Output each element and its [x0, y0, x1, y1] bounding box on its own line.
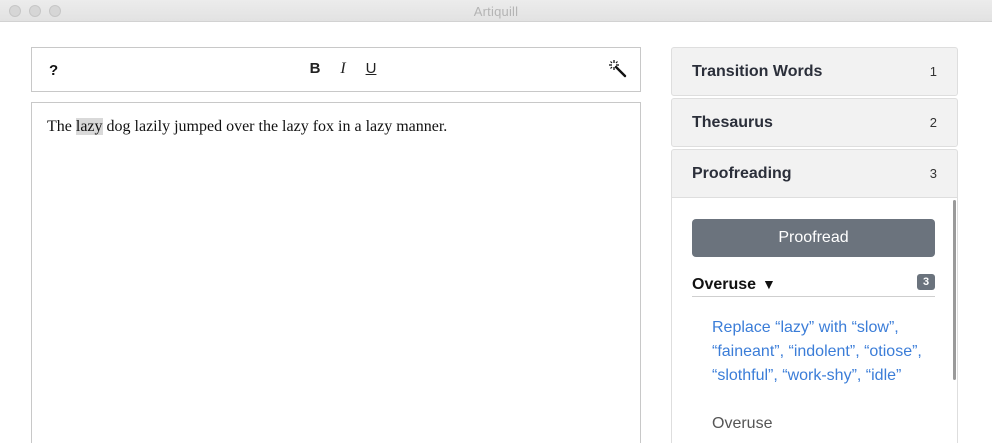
- panel-thesaurus[interactable]: Thesaurus 2: [671, 98, 958, 147]
- title-bar: Artiquill: [0, 0, 992, 22]
- panel-transition-words[interactable]: Transition Words 1: [671, 47, 958, 96]
- editor-text-after: dog lazily jumped over the lazy fox in a…: [102, 118, 448, 135]
- panel-shortcut-number: 2: [929, 115, 937, 130]
- panel-title: Transition Words: [692, 63, 823, 80]
- underline-button[interactable]: U: [357, 59, 385, 79]
- panel-shortcut-number: 3: [929, 166, 937, 181]
- text-editor[interactable]: The lazy dog lazily jumped over the lazy…: [31, 102, 641, 443]
- panel-scrollbar[interactable]: [953, 200, 956, 380]
- highlighted-word[interactable]: lazy: [75, 118, 103, 135]
- replace-suggestion-link[interactable]: Replace “lazy” with “slow”, “faineant”, …: [712, 316, 922, 388]
- panel-title: Thesaurus: [692, 114, 773, 131]
- proofreading-panel-body: Proofread Overuse ▼ 3 Replace “lazy” wit…: [671, 198, 958, 443]
- overuse-section-title: Overuse: [692, 276, 757, 293]
- italic-button[interactable]: I: [329, 59, 357, 79]
- panel-proofreading[interactable]: Proofreading 3: [671, 149, 958, 198]
- proofread-button[interactable]: Proofread: [692, 219, 935, 257]
- editor-text-before: The: [47, 118, 76, 135]
- editor-toolbar: ? B I U: [31, 47, 641, 92]
- panel-title: Proofreading: [692, 165, 792, 182]
- panel-shortcut-number: 1: [929, 64, 937, 79]
- overuse-section-toggle[interactable]: Overuse ▼ 3: [692, 273, 935, 297]
- bold-button[interactable]: B: [301, 59, 329, 79]
- suggestion-category: Overuse: [712, 415, 773, 432]
- window-title: Artiquill: [473, 4, 519, 19]
- format-buttons: B I U: [301, 59, 385, 79]
- overuse-count-badge: 3: [917, 274, 935, 290]
- caret-down-icon: ▼: [762, 276, 776, 292]
- magic-wand-icon[interactable]: [608, 59, 628, 79]
- help-button[interactable]: ?: [49, 62, 58, 79]
- sidebar: Transition Words 1 Thesaurus 2 Proofread…: [671, 47, 958, 443]
